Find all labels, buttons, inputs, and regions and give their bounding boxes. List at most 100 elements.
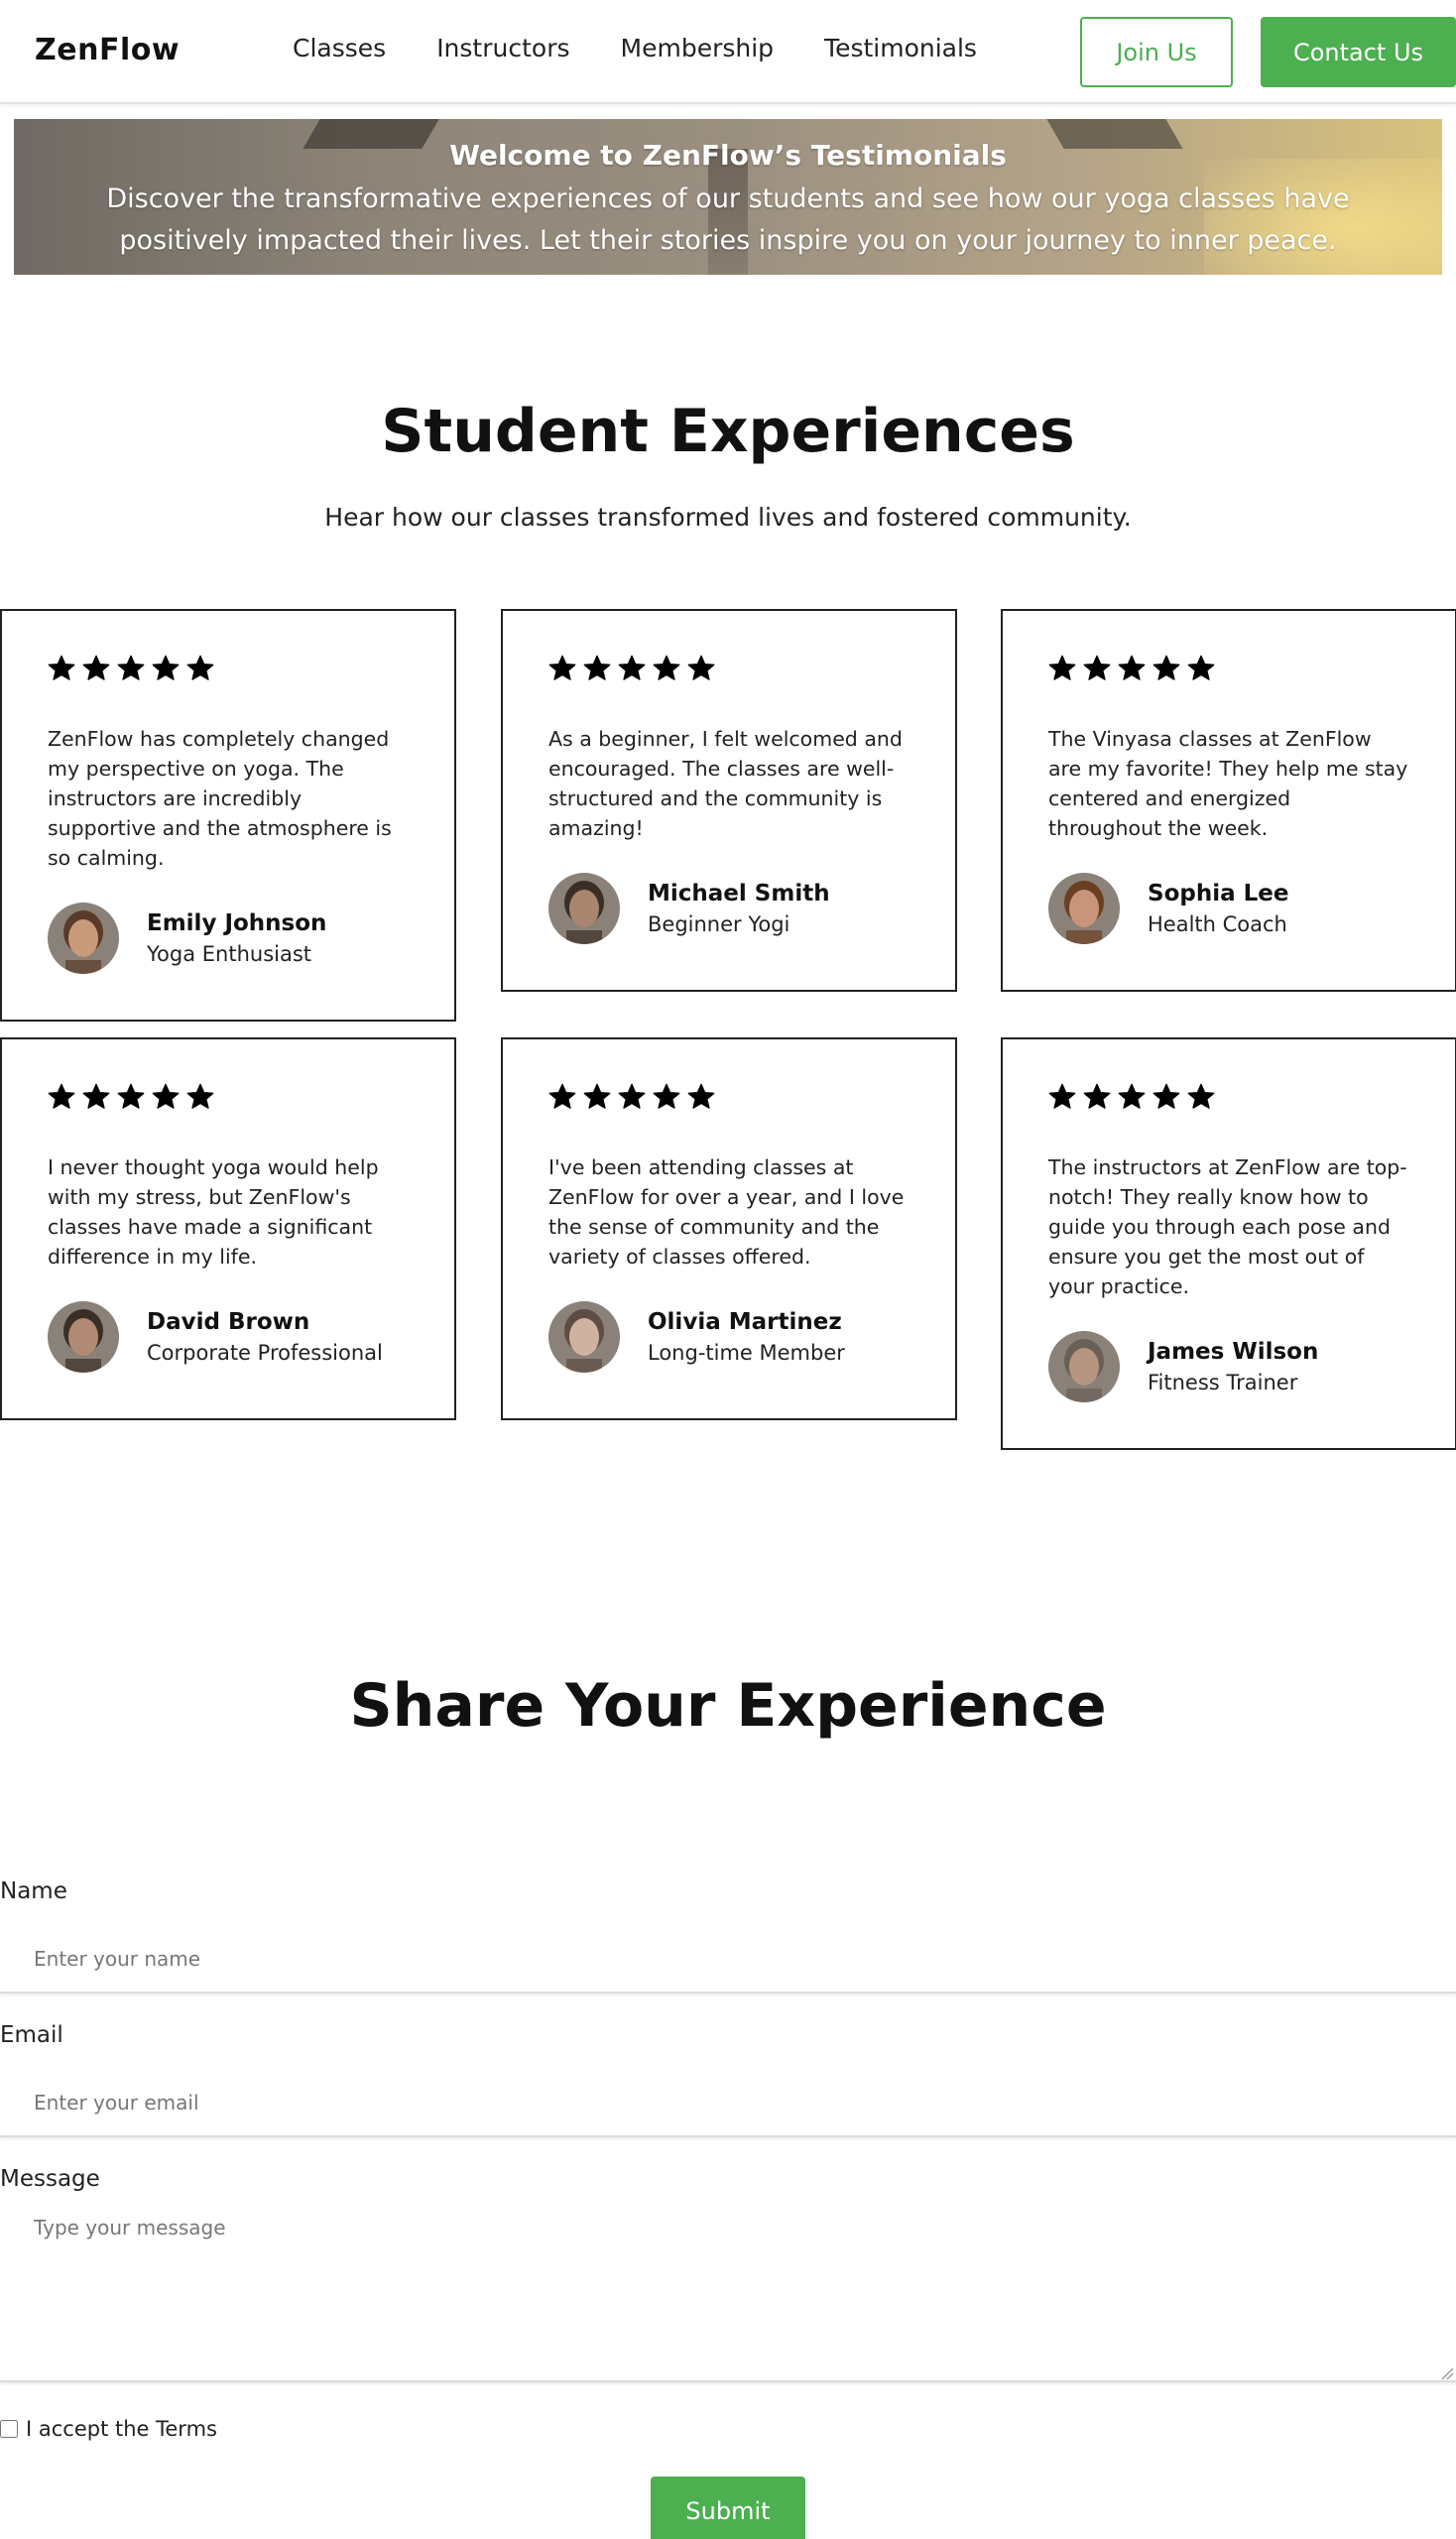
star-icon [1187,655,1215,680]
testimonial-card: As a beginner, I felt welcomed and encou… [501,609,957,992]
star-icon [152,655,180,680]
name-input[interactable] [0,1926,1456,1994]
terms-label: I accept the Terms [26,2417,217,2441]
name-label: Name [0,1878,67,1904]
star-rating [548,1083,910,1111]
hero-title: Welcome to ZenFlow’s Testimonials [449,139,1007,172]
author-role: Beginner Yogi [648,912,790,936]
author-info: Michael Smith Beginner Yogi [648,881,830,936]
submit-button[interactable]: Submit [651,2477,805,2539]
star-rating [548,655,910,682]
testimonial-card: I never thought yoga would help with my … [0,1037,456,1420]
testimonial-author: Sophia Lee Health Coach [1048,873,1409,944]
author-name: James Wilson [1148,1339,1319,1365]
star-icon [1048,1083,1076,1109]
star-icon [618,1083,646,1109]
email-label: Email [0,2022,63,2048]
resize-handle-icon[interactable] [1440,2366,1454,2380]
nav-link-testimonials[interactable]: Testimonials [824,34,977,62]
testimonial-card: ZenFlow has completely changed my perspe… [0,609,456,1022]
author-role: Health Coach [1148,912,1287,936]
avatar [48,903,119,974]
star-icon [583,1083,611,1109]
testimonial-author: Michael Smith Beginner Yogi [548,873,910,944]
star-icon [117,655,145,680]
author-name: Sophia Lee [1148,881,1289,907]
star-icon [618,655,646,680]
star-icon [1187,1083,1215,1109]
star-icon [653,655,680,680]
testimonial-author: James Wilson Fitness Trainer [1048,1331,1409,1402]
avatar [548,1301,620,1373]
star-icon [1153,1083,1180,1109]
author-info: David Brown Corporate Professional [147,1309,383,1365]
star-icon [186,655,214,680]
section-title-share: Share Your Experience [349,1671,1107,1741]
star-icon [548,655,576,680]
testimonial-card: The instructors at ZenFlow are top-notch… [1001,1037,1456,1450]
author-info: Olivia Martinez Long-time Member [648,1309,845,1365]
testimonial-card: The Vinyasa classes at ZenFlow are my fa… [1001,609,1456,992]
testimonial-text: As a beginner, I felt welcomed and encou… [548,727,903,840]
avatar [1048,873,1120,944]
testimonial-text: I never thought yoga would help with my … [48,1155,379,1269]
star-icon [653,1083,680,1109]
main-nav: Classes Instructors Membership Testimoni… [293,34,1028,62]
nav-link-membership[interactable]: Membership [621,34,775,62]
star-icon [583,655,611,680]
star-icon [1118,655,1146,680]
contact-us-button[interactable]: Contact Us [1261,17,1456,87]
star-rating [1048,655,1409,682]
author-info: James Wilson Fitness Trainer [1148,1339,1318,1394]
star-icon [1083,1083,1111,1109]
author-name: Emily Johnson [147,910,327,936]
author-info: Emily Johnson Yoga Enthusiast [147,910,326,966]
author-role: Yoga Enthusiast [147,942,312,966]
author-role: Long-time Member [648,1341,845,1365]
star-icon [186,1083,214,1109]
message-textarea[interactable] [0,2194,1456,2382]
hero-text: Discover the transformative experiences … [106,183,1350,256]
testimonial-text: ZenFlow has completely changed my perspe… [48,727,392,870]
nav-link-instructors[interactable]: Instructors [436,34,569,62]
star-icon [687,1083,715,1109]
testimonial-author: Olivia Martinez Long-time Member [548,1301,910,1373]
email-input[interactable] [0,2070,1456,2137]
logo[interactable]: ZenFlow [35,33,180,67]
terms-row[interactable]: I accept the Terms [0,2417,217,2441]
site-header: ZenFlow Classes Instructors Membership T… [0,0,1456,104]
avatar [1048,1331,1120,1402]
author-role: Corporate Professional [147,1341,383,1365]
avatar [548,873,620,944]
star-icon [1048,655,1076,680]
author-name: Olivia Martinez [648,1309,842,1335]
nav-link-classes[interactable]: Classes [293,34,386,62]
section-title-experiences: Student Experiences [381,397,1075,466]
join-us-button[interactable]: Join Us [1080,17,1233,87]
star-icon [548,1083,576,1109]
author-role: Fitness Trainer [1148,1371,1298,1394]
hero-banner: Welcome to ZenFlow’s Testimonials Discov… [14,119,1442,275]
star-icon [117,1083,145,1109]
avatar [48,1301,119,1373]
star-rating [1048,1083,1409,1111]
star-icon [82,655,110,680]
star-icon [48,655,75,680]
star-icon [687,655,715,680]
star-icon [1118,1083,1146,1109]
author-info: Sophia Lee Health Coach [1148,881,1288,936]
testimonial-author: David Brown Corporate Professional [48,1301,409,1373]
message-label: Message [0,2166,100,2192]
section-subtitle-experiences: Hear how our classes transformed lives a… [324,503,1132,532]
star-icon [1083,655,1111,680]
testimonial-text: I've been attending classes at ZenFlow f… [548,1155,905,1269]
star-icon [82,1083,110,1109]
terms-checkbox[interactable] [0,2420,18,2438]
author-name: David Brown [147,1309,310,1335]
testimonial-text: The instructors at ZenFlow are top-notch… [1048,1155,1407,1298]
testimonial-text: The Vinyasa classes at ZenFlow are my fa… [1048,727,1408,840]
star-icon [48,1083,75,1109]
star-icon [1153,655,1180,680]
star-icon [152,1083,180,1109]
star-rating [48,1083,409,1111]
